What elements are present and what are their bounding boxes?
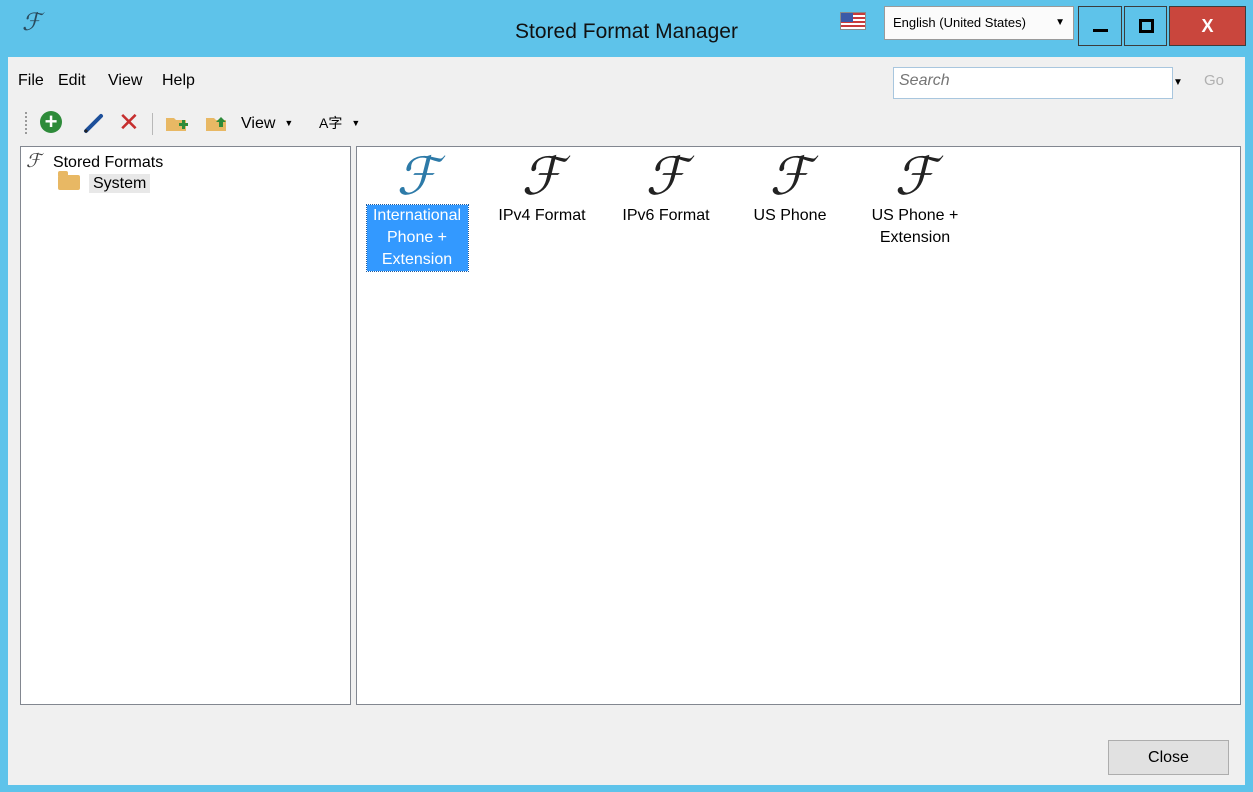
tree-node-system[interactable]: System — [58, 171, 151, 199]
tree-node-label: Stored Formats — [52, 154, 164, 171]
new-folder-icon[interactable] — [164, 111, 190, 135]
format-item-ipv4[interactable]: ℱ IPv4 Format — [487, 149, 597, 227]
language-select[interactable]: English (United States) ▼ — [884, 6, 1074, 40]
client-area: File Edit View Help ▼ Go + ✕ — [8, 57, 1245, 785]
menu-file[interactable]: File — [18, 72, 44, 90]
format-icon: ℱ — [521, 147, 563, 207]
search-field[interactable] — [893, 67, 1173, 99]
us-flag-icon — [840, 12, 866, 30]
folder-up-icon[interactable] — [204, 111, 230, 135]
title-bar[interactable]: ℱ Stored Format Manager English (United … — [0, 0, 1253, 56]
format-item-us-phone-extension[interactable]: ℱ US Phone + Extension — [860, 149, 970, 249]
format-item-international-phone-extension[interactable]: ℱ International Phone + Extension — [362, 147, 472, 272]
toolbar: + ✕ View ▼ A字 ▼ — [8, 103, 1245, 143]
view-label: View — [241, 115, 276, 132]
delete-icon[interactable]: ✕ — [118, 109, 142, 135]
close-button[interactable]: Close — [1108, 740, 1229, 775]
tree-node-label: System — [89, 174, 151, 193]
chevron-down-icon: ▼ — [284, 118, 294, 128]
format-item-label: US Phone + Extension — [871, 207, 959, 246]
format-item-label: US Phone — [753, 207, 827, 224]
maximize-icon — [1139, 19, 1154, 33]
format-item-label: IPv6 Format — [622, 207, 710, 224]
maximize-button[interactable] — [1124, 6, 1167, 46]
toolbar-separator — [152, 113, 153, 135]
folder-tree[interactable]: ℱ Stored Formats System — [20, 146, 351, 705]
search-input[interactable] — [894, 68, 1172, 98]
format-icon: ℱ — [396, 147, 438, 207]
format-icon: ℱ — [769, 147, 811, 207]
format-icon: ℱ — [645, 147, 687, 207]
menu-edit[interactable]: Edit — [58, 72, 86, 90]
folder-open-icon — [58, 171, 80, 190]
format-icon: ℱ — [894, 147, 936, 207]
app-window: ℱ Stored Format Manager English (United … — [0, 0, 1253, 792]
format-item-label: IPv4 Format — [498, 207, 586, 224]
language-icon: A字 — [319, 115, 343, 131]
close-icon: X — [1201, 16, 1214, 36]
format-list[interactable]: ℱ International Phone + Extension ℱ IPv4… — [356, 146, 1241, 705]
language-dropdown-button[interactable]: A字 ▼ — [319, 113, 360, 133]
language-value: English (United States) — [893, 15, 1026, 30]
format-item-label: International Phone + Extension — [365, 204, 469, 272]
menu-view[interactable]: View — [108, 72, 142, 90]
minimize-button[interactable] — [1078, 6, 1122, 46]
toolbar-grip[interactable] — [25, 112, 27, 136]
minimize-icon — [1093, 29, 1108, 32]
search-dropdown-icon[interactable]: ▼ — [1173, 77, 1183, 88]
menu-help[interactable]: Help — [162, 72, 195, 90]
go-button[interactable]: Go — [1204, 72, 1224, 89]
chevron-down-icon: ▼ — [351, 118, 361, 128]
format-icon: ℱ — [26, 150, 41, 172]
edit-pencil-icon[interactable] — [81, 111, 105, 135]
close-window-button[interactable]: X — [1169, 6, 1246, 46]
format-item-us-phone[interactable]: ℱ US Phone — [735, 149, 845, 227]
format-item-ipv6[interactable]: ℱ IPv6 Format — [611, 149, 721, 227]
chevron-down-icon: ▼ — [1055, 17, 1065, 28]
tree-node-stored-formats[interactable]: ℱ Stored Formats — [26, 150, 163, 172]
view-dropdown-button[interactable]: View ▼ — [241, 115, 293, 133]
add-icon[interactable]: + — [40, 111, 62, 133]
